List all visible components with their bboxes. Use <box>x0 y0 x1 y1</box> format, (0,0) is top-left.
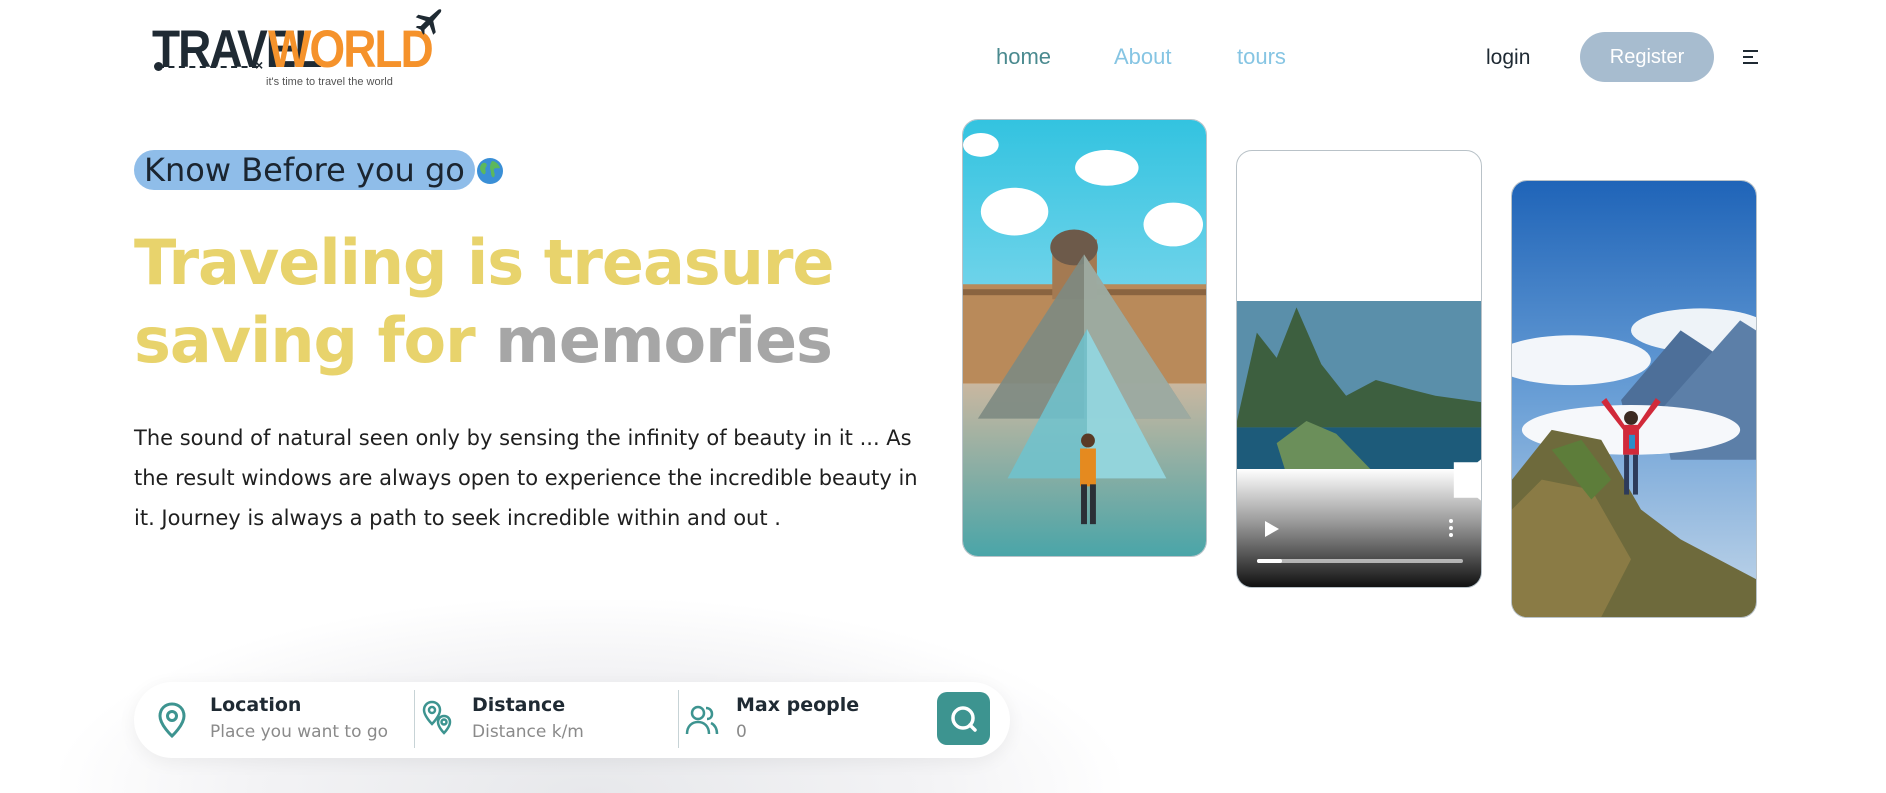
hero-description: The sound of natural seen only by sensin… <box>134 426 918 530</box>
location-field[interactable]: Location Place you want to go <box>154 682 394 758</box>
video-controls <box>1237 459 1481 587</box>
play-icon[interactable] <box>1265 521 1279 537</box>
route-icon <box>422 700 452 735</box>
nav-about[interactable]: About <box>1114 44 1172 70</box>
mountain-photo <box>1511 180 1757 618</box>
people-icon <box>685 705 719 735</box>
max-people-input[interactable]: 0 <box>736 722 747 742</box>
airplane-icon <box>415 9 442 35</box>
location-label: Location <box>210 694 302 716</box>
route-end-mark: × <box>255 57 264 73</box>
hero-headline: Traveling is treasure saving for memorie… <box>134 224 934 380</box>
distance-field[interactable]: Distance Distance k/m <box>416 682 666 758</box>
nav-home[interactable]: home <box>996 44 1051 70</box>
menu-icon[interactable] <box>1743 50 1760 64</box>
register-button[interactable]: Register <box>1580 32 1714 82</box>
logo-text-world: WORLD <box>268 18 434 79</box>
logo-tagline: it's time to travel the world <box>266 76 393 88</box>
video-progress-fill <box>1257 559 1282 563</box>
search-divider <box>414 690 415 748</box>
hero-badge: Know Before you go <box>134 150 475 190</box>
nav-tours[interactable]: tours <box>1237 44 1286 70</box>
more-options-icon[interactable] <box>1449 519 1453 537</box>
max-people-label: Max people <box>736 694 860 716</box>
distance-input[interactable]: Distance k/m <box>472 722 584 742</box>
map-pin-icon <box>158 702 186 739</box>
distance-label: Distance <box>472 694 566 716</box>
globe-icon <box>477 158 503 184</box>
max-people-field[interactable]: Max people 0 <box>680 682 920 758</box>
route-dashed-line <box>158 66 258 68</box>
page: TRAVEL WORLD × it's time to travel the w… <box>0 0 1886 793</box>
search-button[interactable] <box>937 692 990 745</box>
louvre-photo <box>962 119 1207 557</box>
login-link[interactable]: login <box>1486 46 1530 70</box>
video-player[interactable] <box>1236 150 1482 588</box>
search-icon <box>950 705 977 732</box>
search-bar: Location Place you want to go Distance D… <box>134 682 1010 758</box>
video-progress-bar[interactable] <box>1257 559 1463 563</box>
search-divider <box>678 690 679 748</box>
location-input[interactable]: Place you want to go <box>210 722 388 742</box>
logo[interactable]: TRAVEL WORLD × it's time to travel the w… <box>150 8 442 90</box>
volume-icon[interactable] <box>1379 421 1482 539</box>
headline-muted: memories <box>495 304 833 377</box>
